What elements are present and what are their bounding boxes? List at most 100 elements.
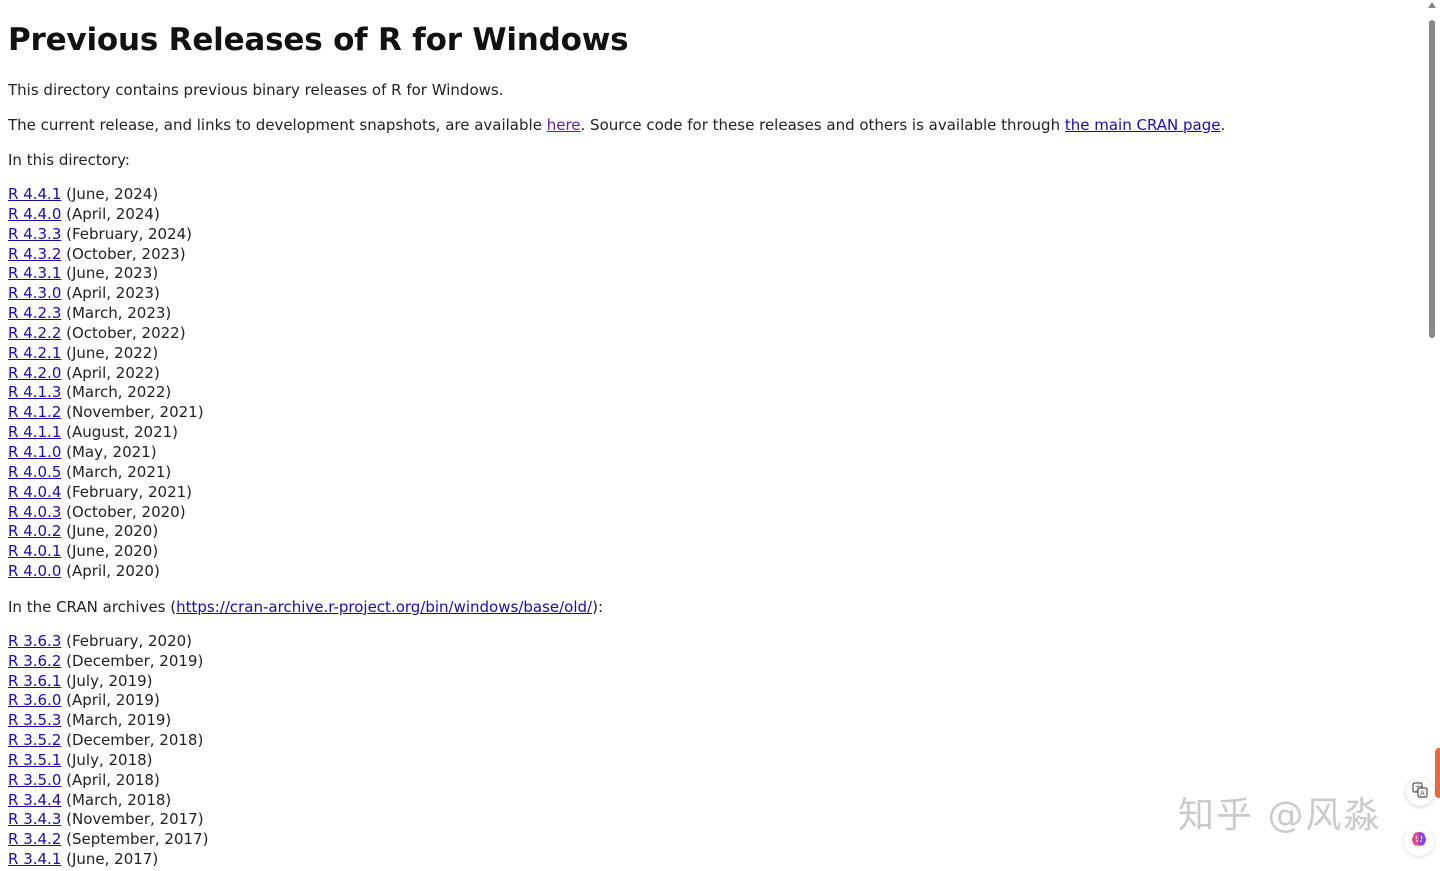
release-version-link[interactable]: R 3.6.3	[8, 632, 61, 650]
page-content: Previous Releases of R for Windows This …	[0, 0, 1424, 871]
in-directory-label: In this directory:	[8, 151, 130, 169]
release-version-link[interactable]: R 4.3.1	[8, 264, 61, 282]
release-date: (July, 2019)	[61, 671, 153, 690]
release-item: R 4.0.1 (June, 2020)	[8, 542, 1424, 562]
release-version-link[interactable]: R 3.4.3	[8, 810, 61, 828]
release-date: (February, 2020)	[61, 631, 193, 650]
release-version-link[interactable]: R 4.1.0	[8, 443, 61, 461]
release-version-link[interactable]: R 4.2.3	[8, 304, 61, 322]
release-date: (June, 2020)	[61, 522, 159, 541]
release-item: R 4.1.0 (May, 2021)	[8, 443, 1424, 463]
release-version-link[interactable]: R 3.6.2	[8, 652, 61, 670]
release-item: R 4.2.1 (June, 2022)	[8, 344, 1424, 364]
release-date: (March, 2019)	[61, 711, 172, 730]
release-version-link[interactable]: R 3.5.2	[8, 731, 61, 749]
vertical-scrollbar[interactable]	[1424, 0, 1440, 871]
release-date: (May, 2021)	[61, 442, 157, 461]
release-version-link[interactable]: R 3.6.0	[8, 691, 61, 709]
release-date: (June, 2023)	[61, 264, 159, 283]
release-date: (March, 2023)	[61, 304, 172, 323]
release-item: R 4.3.0 (April, 2023)	[8, 284, 1424, 304]
release-item: R 3.4.2 (September, 2017)	[8, 830, 1424, 850]
release-item: R 3.5.0 (April, 2018)	[8, 771, 1424, 791]
release-version-link[interactable]: R 4.0.4	[8, 483, 61, 501]
release-version-link[interactable]: R 4.1.2	[8, 403, 61, 421]
release-item: R 3.5.2 (December, 2018)	[8, 731, 1424, 751]
current-release-text: The current release, and links to develo…	[8, 115, 1424, 135]
release-version-link[interactable]: R 4.1.3	[8, 383, 61, 401]
release-date: (March, 2018)	[61, 790, 172, 809]
release-version-link[interactable]: R 4.1.1	[8, 423, 61, 441]
release-item: R 4.3.1 (June, 2023)	[8, 264, 1424, 284]
release-item: R 4.0.0 (April, 2020)	[8, 562, 1424, 582]
release-item: R 3.5.3 (March, 2019)	[8, 711, 1424, 731]
release-version-link[interactable]: R 4.3.0	[8, 284, 61, 302]
release-date: (March, 2022)	[61, 383, 172, 402]
release-item: R 4.1.1 (August, 2021)	[8, 423, 1424, 443]
release-date: (October, 2020)	[61, 502, 186, 521]
release-version-link[interactable]: R 4.2.2	[8, 324, 61, 342]
scroll-up-arrow-icon[interactable]	[1428, 2, 1436, 8]
ai-assistant-button[interactable]	[1404, 826, 1434, 856]
release-item: R 4.2.0 (April, 2022)	[8, 364, 1424, 384]
release-version-link[interactable]: R 3.6.1	[8, 672, 61, 690]
release-date: (October, 2022)	[61, 323, 186, 342]
release-version-link[interactable]: R 3.4.4	[8, 791, 61, 809]
release-date: (February, 2021)	[61, 482, 193, 501]
current-text-after: .	[1220, 116, 1226, 134]
page-title: Previous Releases of R for Windows	[8, 22, 629, 58]
release-item: R 4.2.2 (October, 2022)	[8, 324, 1424, 344]
release-version-link[interactable]: R 4.0.3	[8, 503, 61, 521]
release-date: (December, 2019)	[61, 651, 204, 670]
brain-icon	[1409, 829, 1429, 853]
archives-text-before: In the CRAN archives (	[8, 597, 177, 616]
release-version-link[interactable]: R 4.3.3	[8, 225, 61, 243]
release-version-link[interactable]: R 3.4.2	[8, 830, 61, 848]
release-date: (February, 2024)	[61, 224, 193, 243]
release-date: (November, 2021)	[61, 403, 204, 422]
release-item: R 3.6.3 (February, 2020)	[8, 632, 1424, 652]
current-text-middle: . Source code for these releases and oth…	[580, 116, 1065, 134]
release-date: (September, 2017)	[61, 830, 209, 849]
release-version-link[interactable]: R 4.0.1	[8, 542, 61, 560]
main-cran-page-link[interactable]: the main CRAN page	[1065, 116, 1221, 134]
side-panel-tab[interactable]	[1435, 748, 1440, 798]
release-item: R 4.1.2 (November, 2021)	[8, 403, 1424, 423]
release-date: (October, 2023)	[61, 244, 186, 263]
release-date: (April, 2018)	[61, 770, 160, 789]
release-version-link[interactable]: R 3.5.3	[8, 711, 61, 729]
release-version-link[interactable]: R 3.5.0	[8, 771, 61, 789]
release-version-link[interactable]: R 4.4.1	[8, 185, 61, 203]
release-version-link[interactable]: R 4.0.0	[8, 562, 61, 580]
release-date: (July, 2018)	[61, 750, 153, 769]
release-date: (December, 2018)	[61, 731, 204, 750]
release-item: R 3.5.1 (July, 2018)	[8, 751, 1424, 771]
current-text-before: The current release, and links to develo…	[8, 116, 547, 134]
release-item: R 3.4.4 (March, 2018)	[8, 791, 1424, 811]
release-item: R 4.2.3 (March, 2023)	[8, 304, 1424, 324]
release-date: (April, 2019)	[61, 691, 160, 710]
release-version-link[interactable]: R 4.0.2	[8, 522, 61, 540]
release-item: R 4.4.0 (April, 2024)	[8, 205, 1424, 225]
release-version-link[interactable]: R 3.5.1	[8, 751, 61, 769]
archive-release-list: R 3.6.3 (February, 2020) R 3.6.2 (Decembe…	[8, 632, 1424, 870]
release-item: R 4.0.5 (March, 2021)	[8, 463, 1424, 483]
release-version-link[interactable]: R 4.0.5	[8, 463, 61, 481]
release-item: R 4.0.4 (February, 2021)	[8, 483, 1424, 503]
translate-button[interactable]: 文 A	[1406, 778, 1434, 806]
release-version-link[interactable]: R 4.2.0	[8, 364, 61, 382]
cran-archive-link[interactable]: https://cran-archive.r-project.org/bin/w…	[176, 598, 592, 616]
release-version-link[interactable]: R 4.2.1	[8, 344, 61, 362]
release-version-link[interactable]: R 3.4.1	[8, 850, 61, 868]
release-item: R 4.3.3 (February, 2024)	[8, 225, 1424, 245]
release-item: R 4.4.1 (June, 2024)	[8, 185, 1424, 205]
archives-text: In the CRAN archives (https://cran-archi…	[8, 597, 1424, 617]
release-version-link[interactable]: R 4.3.2	[8, 245, 61, 263]
here-link[interactable]: here	[547, 116, 581, 134]
intro-text: This directory contains previous binary …	[8, 81, 504, 99]
release-item: R 3.4.1 (June, 2017)	[8, 850, 1424, 870]
release-version-link[interactable]: R 4.4.0	[8, 205, 61, 223]
release-date: (June, 2024)	[61, 185, 159, 203]
scrollbar-thumb[interactable]	[1429, 20, 1435, 338]
translate-icon: 文 A	[1412, 782, 1428, 802]
